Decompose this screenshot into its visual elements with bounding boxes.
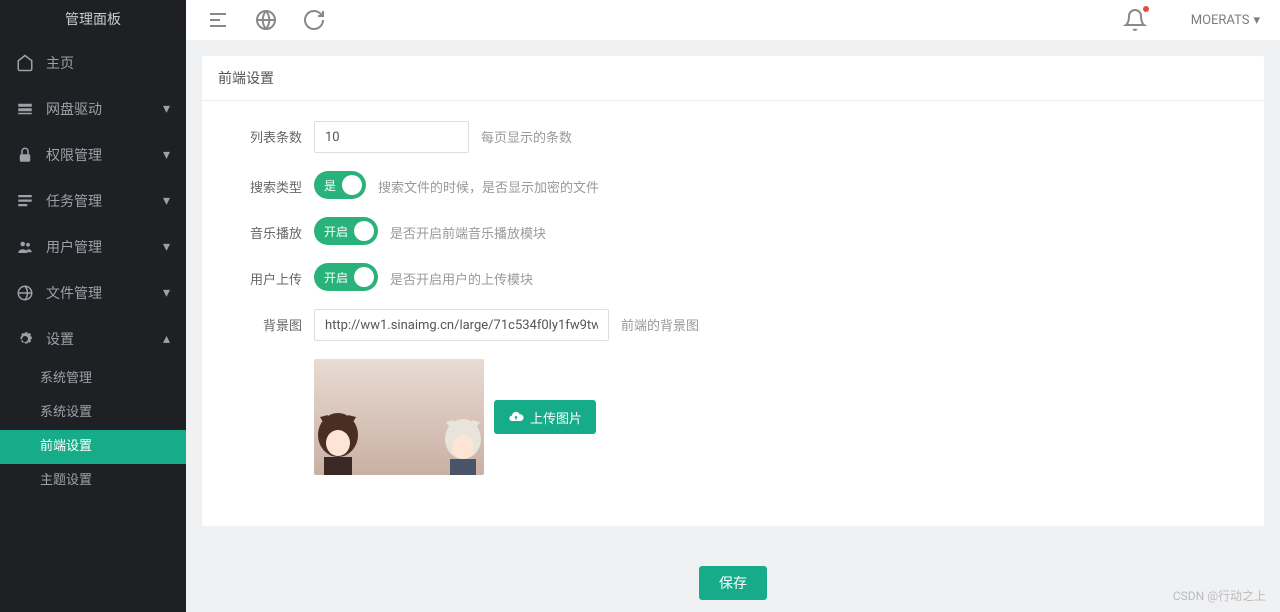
sidebar-sub-system-settings[interactable]: 系统设置	[0, 396, 186, 430]
refresh-icon[interactable]	[302, 8, 326, 32]
sidebar-item-drive[interactable]: 网盘驱动 ▾	[0, 86, 186, 132]
sidebar-label: 用户管理	[46, 237, 102, 257]
save-button[interactable]: 保存	[699, 566, 767, 600]
background-label: 背景图	[222, 309, 302, 334]
sidebar-item-files[interactable]: 文件管理 ▾	[0, 270, 186, 316]
notification-badge	[1143, 6, 1149, 12]
background-hint: 前端的背景图	[621, 309, 699, 334]
drive-icon	[16, 100, 34, 118]
cloud-upload-icon	[508, 409, 524, 425]
sidebar-item-task[interactable]: 任务管理 ▾	[0, 178, 186, 224]
home-icon	[16, 54, 34, 72]
sidebar-label: 任务管理	[46, 191, 102, 211]
list-count-label: 列表条数	[222, 121, 302, 146]
music-play-toggle[interactable]: 开启	[314, 217, 378, 245]
background-preview	[314, 359, 484, 475]
toggle-text: 开启	[324, 269, 348, 286]
background-input[interactable]	[314, 309, 609, 341]
toggle-knob	[354, 267, 374, 287]
sidebar-title: 管理面板	[0, 0, 186, 40]
lock-icon	[16, 146, 34, 164]
user-upload-hint: 是否开启用户的上传模块	[390, 263, 533, 288]
panel-title: 前端设置	[202, 56, 1264, 101]
toggle-knob	[342, 175, 362, 195]
sidebar-label: 文件管理	[46, 283, 102, 303]
sidebar-sub-frontend-settings[interactable]: 前端设置	[0, 430, 186, 464]
search-type-label: 搜索类型	[222, 171, 302, 196]
music-play-hint: 是否开启前端音乐播放模块	[390, 217, 546, 242]
search-type-hint: 搜索文件的时候，是否显示加密的文件	[378, 171, 599, 196]
sidebar-item-settings[interactable]: 设置 ▴	[0, 316, 186, 362]
watermark: CSDN @行动之上	[1173, 587, 1266, 604]
upload-image-button[interactable]: 上传图片	[494, 400, 596, 434]
chevron-down-icon: ▾	[163, 239, 170, 255]
chevron-down-icon: ▾	[163, 285, 170, 301]
sidebar-item-home[interactable]: 主页	[0, 40, 186, 86]
chevron-up-icon: ▴	[163, 331, 170, 347]
toggle-knob	[354, 221, 374, 241]
sidebar-item-permission[interactable]: 权限管理 ▾	[0, 132, 186, 178]
list-count-input[interactable]	[314, 121, 469, 153]
chevron-down-icon: ▾	[163, 101, 170, 117]
globe-icon[interactable]	[254, 8, 278, 32]
sidebar-sub-system-manage[interactable]: 系统管理	[0, 362, 186, 396]
caret-down-icon: ▾	[1253, 13, 1260, 28]
sidebar-label: 主页	[46, 53, 74, 73]
chevron-down-icon: ▾	[163, 193, 170, 209]
sidebar-label: 权限管理	[46, 145, 102, 165]
sidebar-label: 网盘驱动	[46, 99, 102, 119]
chevron-down-icon: ▾	[163, 147, 170, 163]
list-count-hint: 每页显示的条数	[481, 121, 572, 146]
users-icon	[16, 238, 34, 256]
music-play-label: 音乐播放	[222, 217, 302, 242]
toggle-text: 是	[324, 177, 336, 194]
gear-icon	[16, 330, 34, 348]
user-upload-toggle[interactable]: 开启	[314, 263, 378, 291]
sidebar-item-users[interactable]: 用户管理 ▾	[0, 224, 186, 270]
notification-icon[interactable]	[1123, 8, 1147, 32]
file-icon	[16, 284, 34, 302]
search-type-toggle[interactable]: 是	[314, 171, 366, 199]
username: MOERATS	[1191, 13, 1250, 28]
sidebar-sub-theme-settings[interactable]: 主题设置	[0, 464, 186, 498]
task-icon	[16, 192, 34, 210]
collapse-icon[interactable]	[206, 8, 230, 32]
user-upload-label: 用户上传	[222, 263, 302, 288]
user-menu[interactable]: MOERATS ▾	[1191, 13, 1260, 28]
upload-btn-text: 上传图片	[530, 408, 582, 427]
toggle-text: 开启	[324, 223, 348, 240]
sidebar-label: 设置	[46, 329, 74, 349]
